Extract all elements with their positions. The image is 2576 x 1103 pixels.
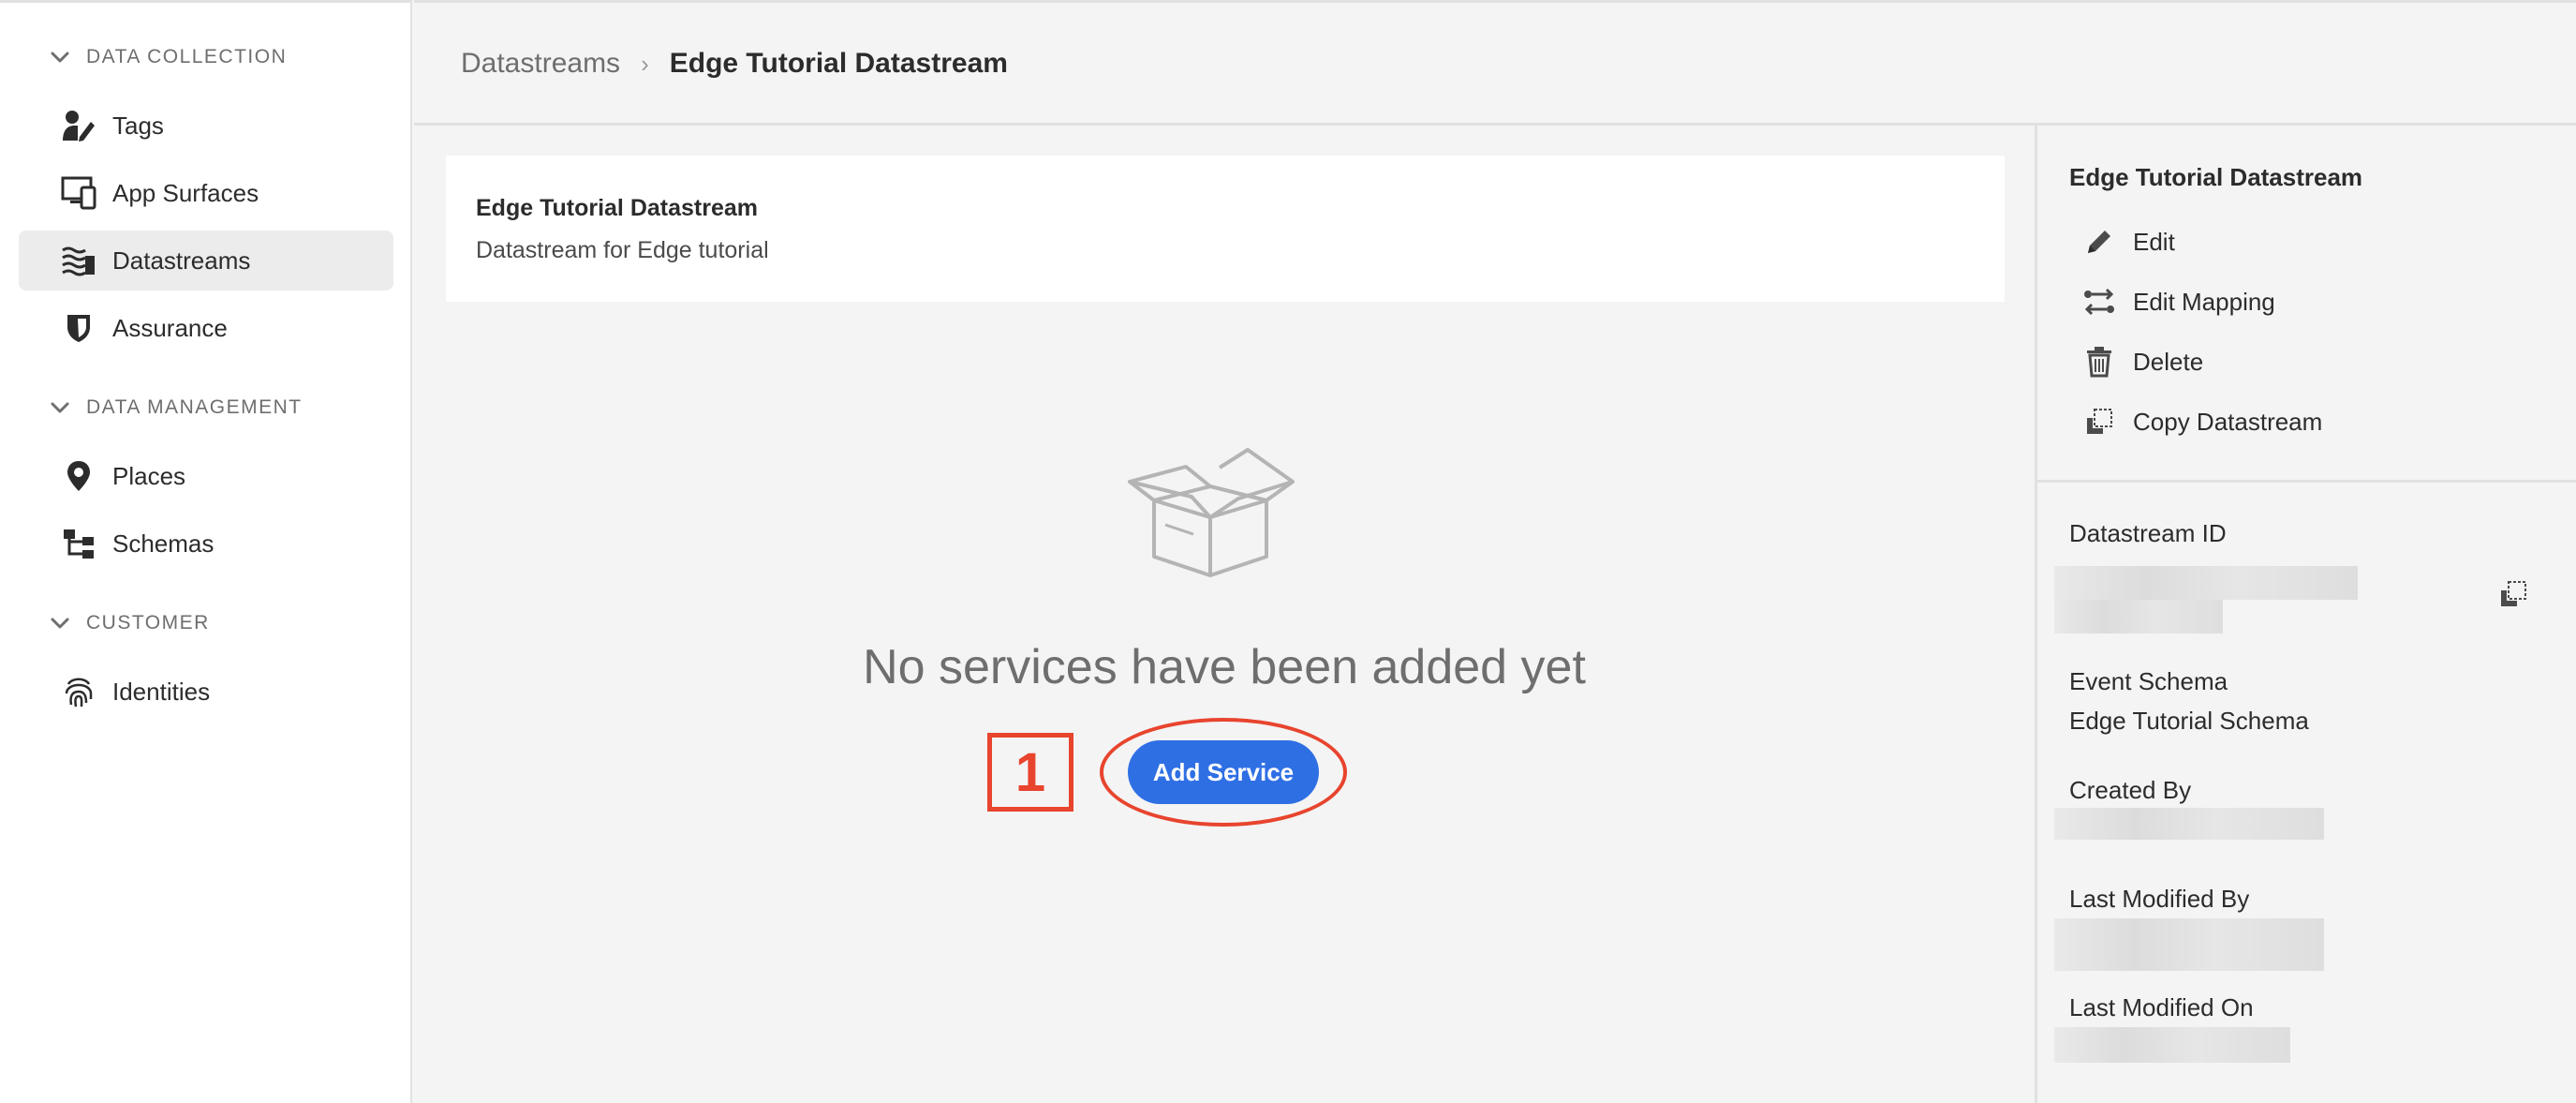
copy-datastream-action[interactable]: Copy Datastream: [2082, 401, 2322, 442]
sidebar: DATA COLLECTION Tags App Surfaces Datast…: [0, 0, 412, 1103]
datastream-summary-card: Edge Tutorial Datastream Datastream for …: [446, 156, 2005, 302]
action-label: Copy Datastream: [2133, 407, 2323, 436]
map-pin-icon: [60, 457, 97, 495]
sidebar-item-label: Assurance: [112, 313, 228, 342]
schema-icon: [60, 525, 97, 562]
breadcrumb-separator-icon: ›: [641, 49, 649, 78]
mapping-icon: [2082, 285, 2116, 319]
last-modified-on-label: Last Modified On: [2069, 993, 2254, 1021]
action-label: Edit: [2133, 227, 2175, 256]
redacted-last-modified-by: [2054, 918, 2324, 971]
sidebar-item-label: Schemas: [112, 529, 215, 558]
chevron-down-icon: [49, 46, 71, 68]
created-by-label: Created By: [2069, 776, 2192, 804]
section-label: DATA MANAGEMENT: [86, 396, 303, 418]
section-customer[interactable]: CUSTOMER: [49, 604, 210, 642]
sidebar-item-label: App Surfaces: [112, 178, 259, 207]
tags-icon: [60, 107, 97, 144]
page-title: Edge Tutorial Datastream: [669, 48, 1008, 79]
sidebar-item-app-surfaces[interactable]: App Surfaces: [19, 163, 393, 223]
sidebar-item-identities[interactable]: Identities: [19, 662, 393, 722]
action-label: Delete: [2133, 347, 2204, 376]
section-label: DATA COLLECTION: [86, 46, 288, 67]
redacted-datastream-id: [2054, 600, 2223, 633]
shield-icon: [60, 309, 97, 347]
sidebar-item-schemas[interactable]: Schemas: [19, 514, 393, 574]
sidebar-item-label: Tags: [112, 111, 164, 140]
page-header: Datastreams › Edge Tutorial Datastream: [414, 0, 2576, 126]
details-panel: Edge Tutorial Datastream Edit Edit Mappi…: [2035, 126, 2576, 1103]
sidebar-item-places[interactable]: Places: [19, 446, 393, 506]
redacted-last-modified-on: [2054, 1027, 2290, 1063]
redacted-datastream-id: [2054, 566, 2358, 600]
action-label: Edit Mapping: [2133, 287, 2275, 316]
sidebar-item-tags[interactable]: Tags: [19, 96, 393, 156]
redacted-created-by: [2054, 808, 2324, 840]
delete-action[interactable]: Delete: [2082, 341, 2203, 382]
add-service-button[interactable]: Add Service: [1128, 740, 1319, 804]
last-modified-by-label: Last Modified By: [2069, 885, 2250, 913]
sidebar-item-datastreams[interactable]: Datastreams: [19, 231, 393, 291]
section-data-management[interactable]: DATA MANAGEMENT: [49, 389, 303, 426]
pencil-icon: [2082, 225, 2116, 259]
sidebar-item-assurance[interactable]: Assurance: [19, 298, 393, 358]
breadcrumb: Datastreams › Edge Tutorial Datastream: [461, 48, 1008, 80]
datastream-id-label: Datastream ID: [2069, 519, 2227, 547]
sidebar-item-label: Datastreams: [112, 246, 251, 275]
app-surfaces-icon: [60, 174, 97, 212]
panel-divider: [2037, 480, 2576, 483]
panel-title: Edge Tutorial Datastream: [2069, 163, 2363, 191]
datastreams-icon: [60, 242, 97, 279]
edit-action[interactable]: Edit: [2082, 221, 2175, 262]
section-label: CUSTOMER: [86, 612, 210, 633]
copy-icon: [2082, 405, 2116, 439]
fingerprint-icon: [60, 673, 97, 710]
copy-id-icon[interactable]: [2495, 575, 2532, 613]
chevron-down-icon: [49, 612, 71, 634]
empty-box-icon: [1126, 444, 1332, 594]
breadcrumb-datastreams-link[interactable]: Datastreams: [461, 48, 620, 80]
datastream-name: Edge Tutorial Datastream: [476, 195, 759, 221]
chevron-down-icon: [49, 396, 71, 419]
datastream-description: Datastream for Edge tutorial: [476, 237, 769, 263]
sidebar-item-label: Places: [112, 461, 186, 490]
main-content: Edge Tutorial Datastream Datastream for …: [414, 126, 2035, 1103]
event-schema-value: Edge Tutorial Schema: [2069, 707, 2309, 735]
trash-icon: [2082, 345, 2116, 379]
section-data-collection[interactable]: DATA COLLECTION: [49, 38, 287, 76]
sidebar-item-label: Identities: [112, 677, 211, 706]
edit-mapping-action[interactable]: Edit Mapping: [2082, 281, 2275, 322]
event-schema-label: Event Schema: [2069, 667, 2228, 695]
step-number-badge: 1: [987, 733, 1073, 812]
empty-state-message: No services have been added yet: [863, 640, 1586, 694]
